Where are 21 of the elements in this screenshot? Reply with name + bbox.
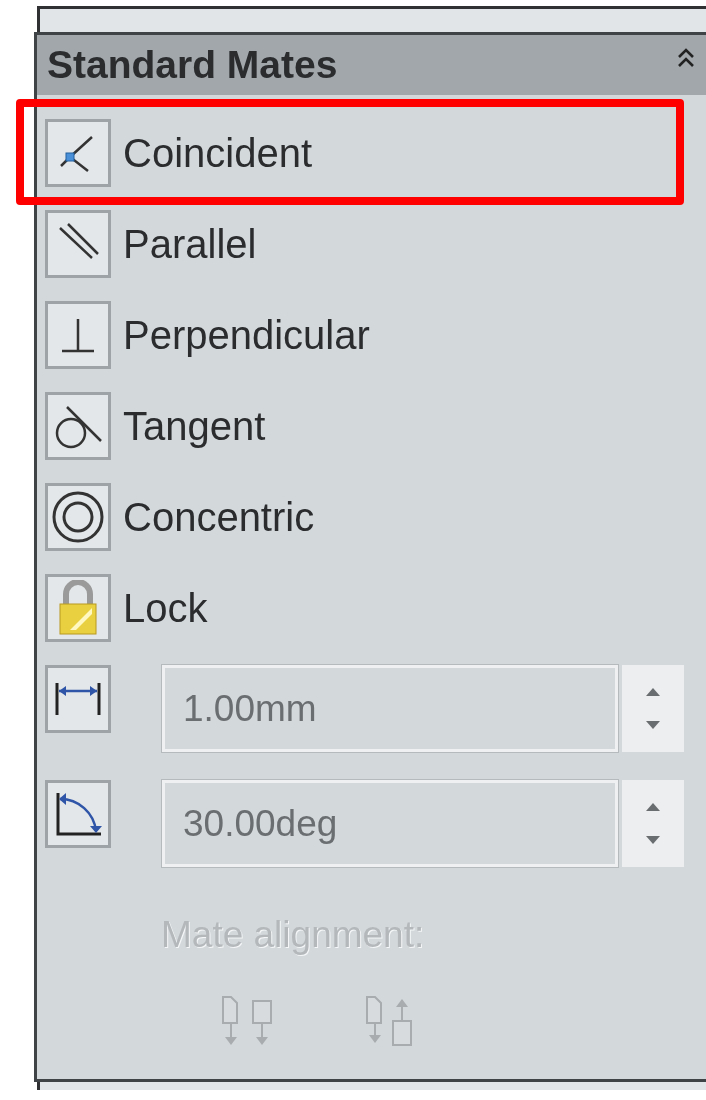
mate-label[interactable]: Concentric (123, 487, 315, 547)
mate-button[interactable] (45, 301, 111, 369)
up-arrow-icon[interactable] (643, 686, 663, 697)
down-arrow-icon[interactable] (643, 835, 663, 846)
up-arrow-icon[interactable] (643, 801, 663, 812)
mate-button[interactable] (45, 119, 111, 187)
dimension-button[interactable] (45, 665, 111, 733)
padlock-icon (56, 580, 100, 636)
mate-button[interactable] (45, 210, 111, 278)
mate-label[interactable]: Tangent (123, 396, 266, 456)
mate-button[interactable] (45, 392, 111, 460)
collapse-icon[interactable] (676, 47, 696, 69)
mate-label[interactable]: Lock (123, 578, 208, 638)
concentric-circles-icon (51, 490, 105, 544)
mate-button[interactable] (45, 483, 111, 551)
down-arrow-icon[interactable] (643, 720, 663, 731)
mate-label[interactable]: Coincident (123, 123, 312, 183)
mate-label[interactable]: Parallel (123, 214, 257, 274)
dimension-button[interactable] (45, 780, 111, 848)
section-title: Standard Mates (47, 41, 338, 88)
mate-label[interactable]: Perpendicular (123, 305, 370, 365)
